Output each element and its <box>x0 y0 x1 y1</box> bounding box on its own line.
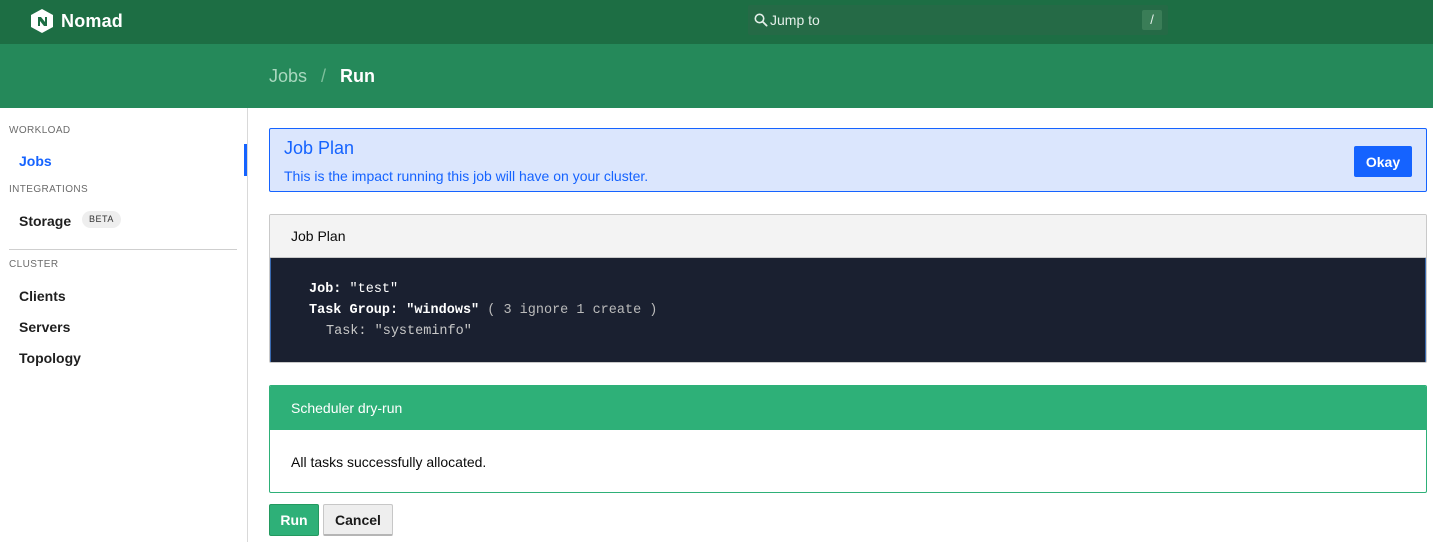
alert-message: This is the impact running this job will… <box>284 168 649 184</box>
breadcrumb-current: Run <box>340 66 376 86</box>
okay-button[interactable]: Okay <box>1354 146 1412 177</box>
dry-run-message: All tasks successfully allocated. <box>291 454 487 470</box>
breadcrumb-jobs-link[interactable]: Jobs <box>269 66 307 87</box>
cancel-button[interactable]: Cancel <box>323 504 393 536</box>
run-button[interactable]: Run <box>269 504 319 536</box>
search-input[interactable] <box>770 5 1130 35</box>
alert-title: Job Plan <box>284 138 355 158</box>
search-icon <box>754 13 768 27</box>
nomad-logo[interactable]: Nomad <box>31 9 123 33</box>
plan-job-value: "test" <box>349 282 399 297</box>
top-navbar: Nomad / <box>0 0 1433 44</box>
sidebar-item-topology[interactable]: Topology <box>19 350 81 366</box>
search-shortcut-hint: / <box>1142 10 1162 30</box>
sidebar: WORKLOAD Jobs INTEGRATIONS Storage BETA … <box>0 108 248 542</box>
sidebar-active-indicator <box>244 144 247 176</box>
sidebar-item-clients[interactable]: Clients <box>19 288 66 304</box>
job-plan-panel: Job Plan Job: "test" Task Group: "window… <box>269 214 1427 363</box>
jump-to-search[interactable]: / <box>748 5 1168 35</box>
plan-task-key: Task: <box>326 324 367 339</box>
breadcrumb-separator: / <box>321 66 327 86</box>
plan-task-group-line: Task Group: "windows" ( 3 ignore 1 creat… <box>309 303 657 318</box>
nomad-logo-icon <box>31 9 53 33</box>
job-plan-code: Job: "test" Task Group: "windows" ( 3 ig… <box>270 258 1426 362</box>
plan-task-line: Task: "systeminfo" <box>326 324 472 339</box>
sidebar-item-servers[interactable]: Servers <box>19 319 70 335</box>
plan-task-value: "systeminfo" <box>374 324 472 339</box>
beta-badge: BETA <box>82 211 121 228</box>
sidebar-divider <box>9 249 237 250</box>
sidebar-item-jobs[interactable]: Jobs <box>19 153 52 169</box>
sidebar-section-workload: WORKLOAD <box>9 125 71 136</box>
plan-group-key: Task Group: <box>309 303 399 318</box>
plan-job-line: Job: "test" <box>309 282 398 297</box>
app-name: Nomad <box>61 10 124 31</box>
sidebar-section-cluster: CLUSTER <box>9 259 59 270</box>
page-header: Jobs / Run <box>0 44 1433 108</box>
plan-group-summary: ( 3 ignore 1 create ) <box>487 303 658 318</box>
sidebar-item-storage[interactable]: Storage <box>19 213 71 229</box>
dry-run-header: Scheduler dry-run <box>270 386 1426 430</box>
plan-group-value: "windows" <box>406 303 480 318</box>
job-plan-alert: Job Plan This is the impact running this… <box>269 128 1427 192</box>
plan-job-key: Job: <box>309 282 342 297</box>
breadcrumb: Jobs / Run <box>269 66 375 87</box>
job-plan-panel-header: Job Plan <box>270 215 1426 258</box>
scheduler-dry-run-panel: Scheduler dry-run All tasks successfully… <box>269 385 1427 493</box>
sidebar-section-integrations: INTEGRATIONS <box>9 184 89 195</box>
